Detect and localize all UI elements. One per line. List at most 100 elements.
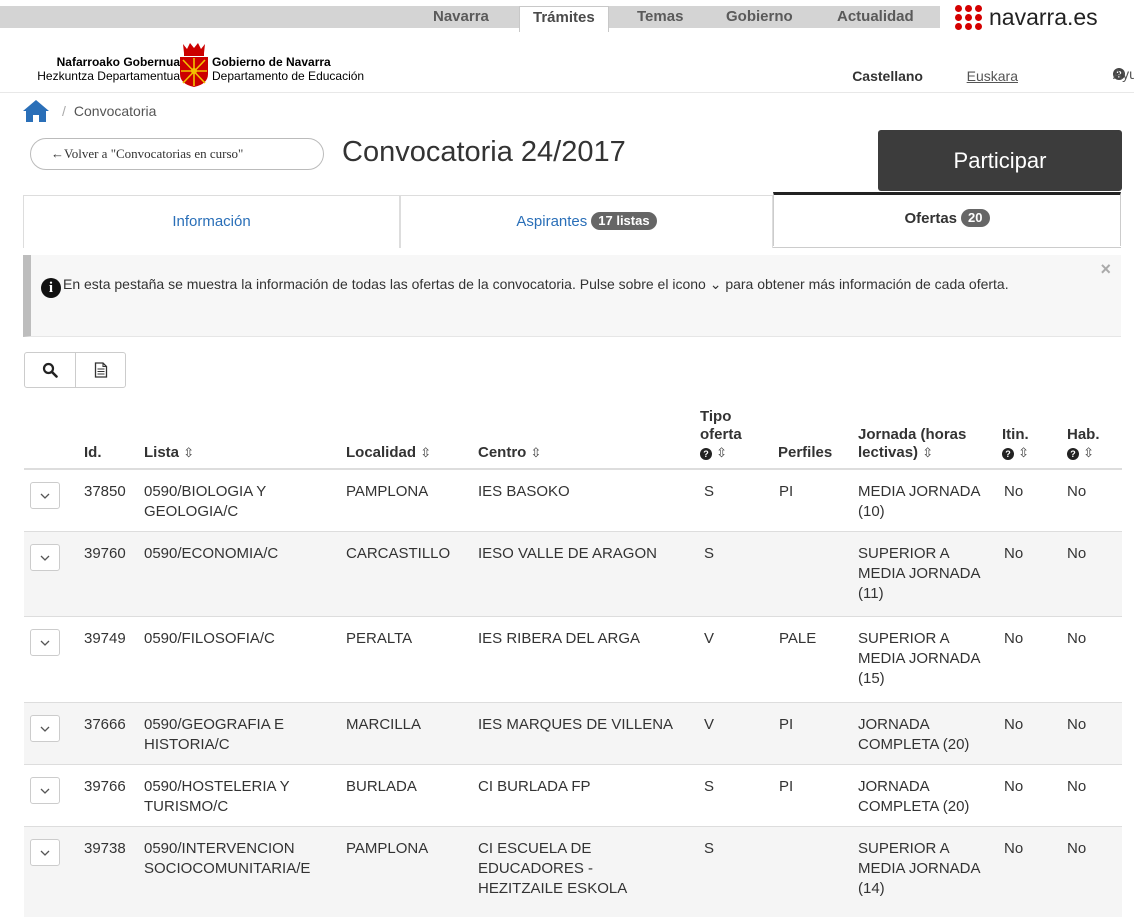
- cell-itin: No: [1004, 630, 1024, 647]
- expand-row-button[interactable]: [30, 839, 60, 866]
- gov-name-es: Gobierno de Navarra: [212, 55, 331, 69]
- aspirantes-count-badge: 17 listas: [591, 212, 657, 230]
- search-button[interactable]: [25, 353, 75, 387]
- header-id: Id.: [84, 444, 102, 462]
- cell-jornada: SUPERIOR A MEDIA JORNADA (11): [858, 545, 980, 602]
- page-title: Convocatoria 24/2017: [342, 136, 626, 168]
- government-logo[interactable]: Nafarroako Gobernua Hezkuntza Departamen…: [0, 40, 420, 90]
- topnav-item-navarra[interactable]: Navarra: [433, 6, 489, 28]
- tab-ofertas[interactable]: Ofertas 20: [773, 192, 1121, 246]
- cell-jornada: MEDIA JORNADA (10): [858, 483, 980, 520]
- cell-tipo: S: [704, 483, 715, 500]
- info-alert-text: i En esta pestaña se muestra la informaci…: [41, 275, 1081, 298]
- participar-button[interactable]: Participar: [878, 130, 1122, 191]
- export-button[interactable]: [75, 353, 125, 387]
- cell-itin: No: [1004, 716, 1024, 733]
- cell-perfiles: PI: [779, 483, 794, 500]
- header-perfiles-label: Perfiles: [778, 444, 833, 461]
- home-icon[interactable]: [22, 99, 50, 123]
- expand-row-button[interactable]: [30, 544, 60, 571]
- help-icon[interactable]: ?: [700, 448, 712, 460]
- cell-hab: No: [1067, 716, 1087, 733]
- navarra-crest-icon: [180, 43, 208, 87]
- back-to-convocatorias-button[interactable]: ←Volver a "Convocatorias en curso": [30, 138, 324, 170]
- expand-row-button[interactable]: [30, 629, 60, 656]
- cell-centro: CI ESCUELA DE EDUCADORES - HEZITZAILE ES…: [478, 840, 628, 897]
- table-row: 37850 0590/BIOLOGIA Y GEOLOGIA/C PAMPLON…: [24, 470, 1122, 532]
- breadcrumb-separator: /: [62, 103, 66, 119]
- top-navigation: Navarra Trámites Temas Gobierno Actualid…: [0, 0, 1134, 32]
- cell-itin: No: [1004, 545, 1024, 562]
- header-perfiles: Perfiles: [778, 444, 832, 462]
- header-itin-label: Itin.: [1002, 426, 1029, 443]
- topnav-item-tramites[interactable]: Trámites: [519, 6, 609, 32]
- table-header: Id. Lista ⇳ Localidad ⇳ Centro ⇳ Tipo of…: [24, 394, 1122, 470]
- info-alert-message: En esta pestaña se muestra la informació…: [63, 276, 1009, 292]
- topnav-item-actualidad[interactable]: Actualidad: [837, 6, 914, 28]
- close-alert-icon[interactable]: ×: [1100, 259, 1111, 280]
- cell-centro: CI BURLADA FP: [478, 778, 591, 795]
- header-hab[interactable]: Hab.? ⇳: [1067, 426, 1112, 462]
- cell-centro: IES MARQUES DE VILLENA: [478, 716, 674, 733]
- breadcrumb: / Convocatoria: [22, 98, 156, 124]
- search-icon: [42, 362, 58, 378]
- cell-tipo: S: [704, 545, 715, 562]
- header-lista-label: Lista: [144, 444, 180, 461]
- sort-icon: ⇳: [1083, 445, 1095, 460]
- cell-perfiles: PALE: [779, 630, 817, 647]
- help-icon[interactable]: ?: [1067, 448, 1079, 460]
- lang-euskara-link[interactable]: Euskara: [967, 68, 1018, 84]
- sort-icon: ⇳: [530, 445, 542, 460]
- cell-localidad: PERALTA: [346, 630, 413, 647]
- cell-hab: No: [1067, 483, 1087, 500]
- topnav-item-temas[interactable]: Temas: [637, 6, 683, 28]
- help-link[interactable]: ? Ayuda: [1113, 66, 1134, 82]
- header-tipo-oferta[interactable]: Tipo oferta? ⇳: [700, 408, 770, 462]
- cell-id: 39738: [84, 840, 126, 857]
- cell-itin: No: [1004, 778, 1024, 795]
- header-jornada-label: Jornada (horas lectivas): [858, 426, 967, 461]
- cell-lista: 0590/GEOGRAFIA E HISTORIA/C: [144, 716, 285, 753]
- help-icon[interactable]: ?: [1002, 448, 1014, 460]
- chevron-down-icon: [40, 726, 50, 732]
- header-localidad[interactable]: Localidad ⇳: [346, 444, 431, 462]
- cell-tipo: V: [704, 716, 715, 733]
- table-row: 39760 0590/ECONOMIA/C CARCASTILLO IESO V…: [24, 532, 1122, 617]
- table-row: 37666 0590/GEOGRAFIA E HISTORIA/C MARCIL…: [24, 703, 1122, 765]
- navarra-dots-icon: [955, 5, 983, 30]
- expand-row-button[interactable]: [30, 715, 60, 742]
- cell-localidad: PAMPLONA: [346, 483, 429, 500]
- cell-jornada: JORNADA COMPLETA (20): [858, 716, 970, 753]
- tab-ofertas-label: Ofertas: [904, 210, 958, 227]
- header-lista[interactable]: Lista ⇳: [144, 444, 194, 462]
- cell-centro: IES RIBERA DEL ARGA: [478, 630, 641, 647]
- info-alert: i En esta pestaña se muestra la informaci…: [23, 255, 1121, 337]
- expand-row-button[interactable]: [30, 482, 60, 509]
- table-toolbar: [24, 352, 126, 388]
- info-icon: i: [41, 278, 61, 298]
- topnav-item-gobierno[interactable]: Gobierno: [726, 6, 793, 28]
- header-centro[interactable]: Centro ⇳: [478, 444, 541, 462]
- header-centro-label: Centro: [478, 444, 527, 461]
- header-localidad-label: Localidad: [346, 444, 417, 461]
- sort-icon: ⇳: [1018, 445, 1030, 460]
- cell-perfiles: PI: [779, 778, 794, 795]
- cell-itin: No: [1004, 483, 1024, 500]
- header-itin[interactable]: Itin.? ⇳: [1002, 426, 1047, 462]
- brand-name: navarra.es: [989, 3, 1098, 30]
- tab-informacion[interactable]: Información: [23, 195, 400, 248]
- table-row: 39766 0590/HOSTELERIA Y TURISMO/C BURLAD…: [24, 765, 1122, 827]
- cell-localidad: CARCASTILLO: [346, 545, 451, 562]
- dept-name-es: Departamento de Educación: [212, 69, 365, 83]
- table-row: 39749 0590/FILOSOFIA/C PERALTA IES RIBER…: [24, 617, 1122, 703]
- lang-castellano[interactable]: Castellano: [852, 68, 923, 84]
- navarra-es-logo[interactable]: navarra.es: [955, 3, 1098, 31]
- dept-name-eu: Hezkuntza Departamentua: [37, 69, 180, 83]
- header-jornada[interactable]: Jornada (horas lectivas) ⇳: [858, 426, 998, 462]
- sort-icon: ⇳: [922, 445, 934, 460]
- breadcrumb-current: Convocatoria: [73, 103, 157, 119]
- expand-row-button[interactable]: [30, 777, 60, 804]
- tab-aspirantes[interactable]: Aspirantes 17 listas: [400, 195, 773, 248]
- chevron-down-icon: [40, 640, 50, 646]
- cell-jornada: SUPERIOR A MEDIA JORNADA (14): [858, 840, 980, 897]
